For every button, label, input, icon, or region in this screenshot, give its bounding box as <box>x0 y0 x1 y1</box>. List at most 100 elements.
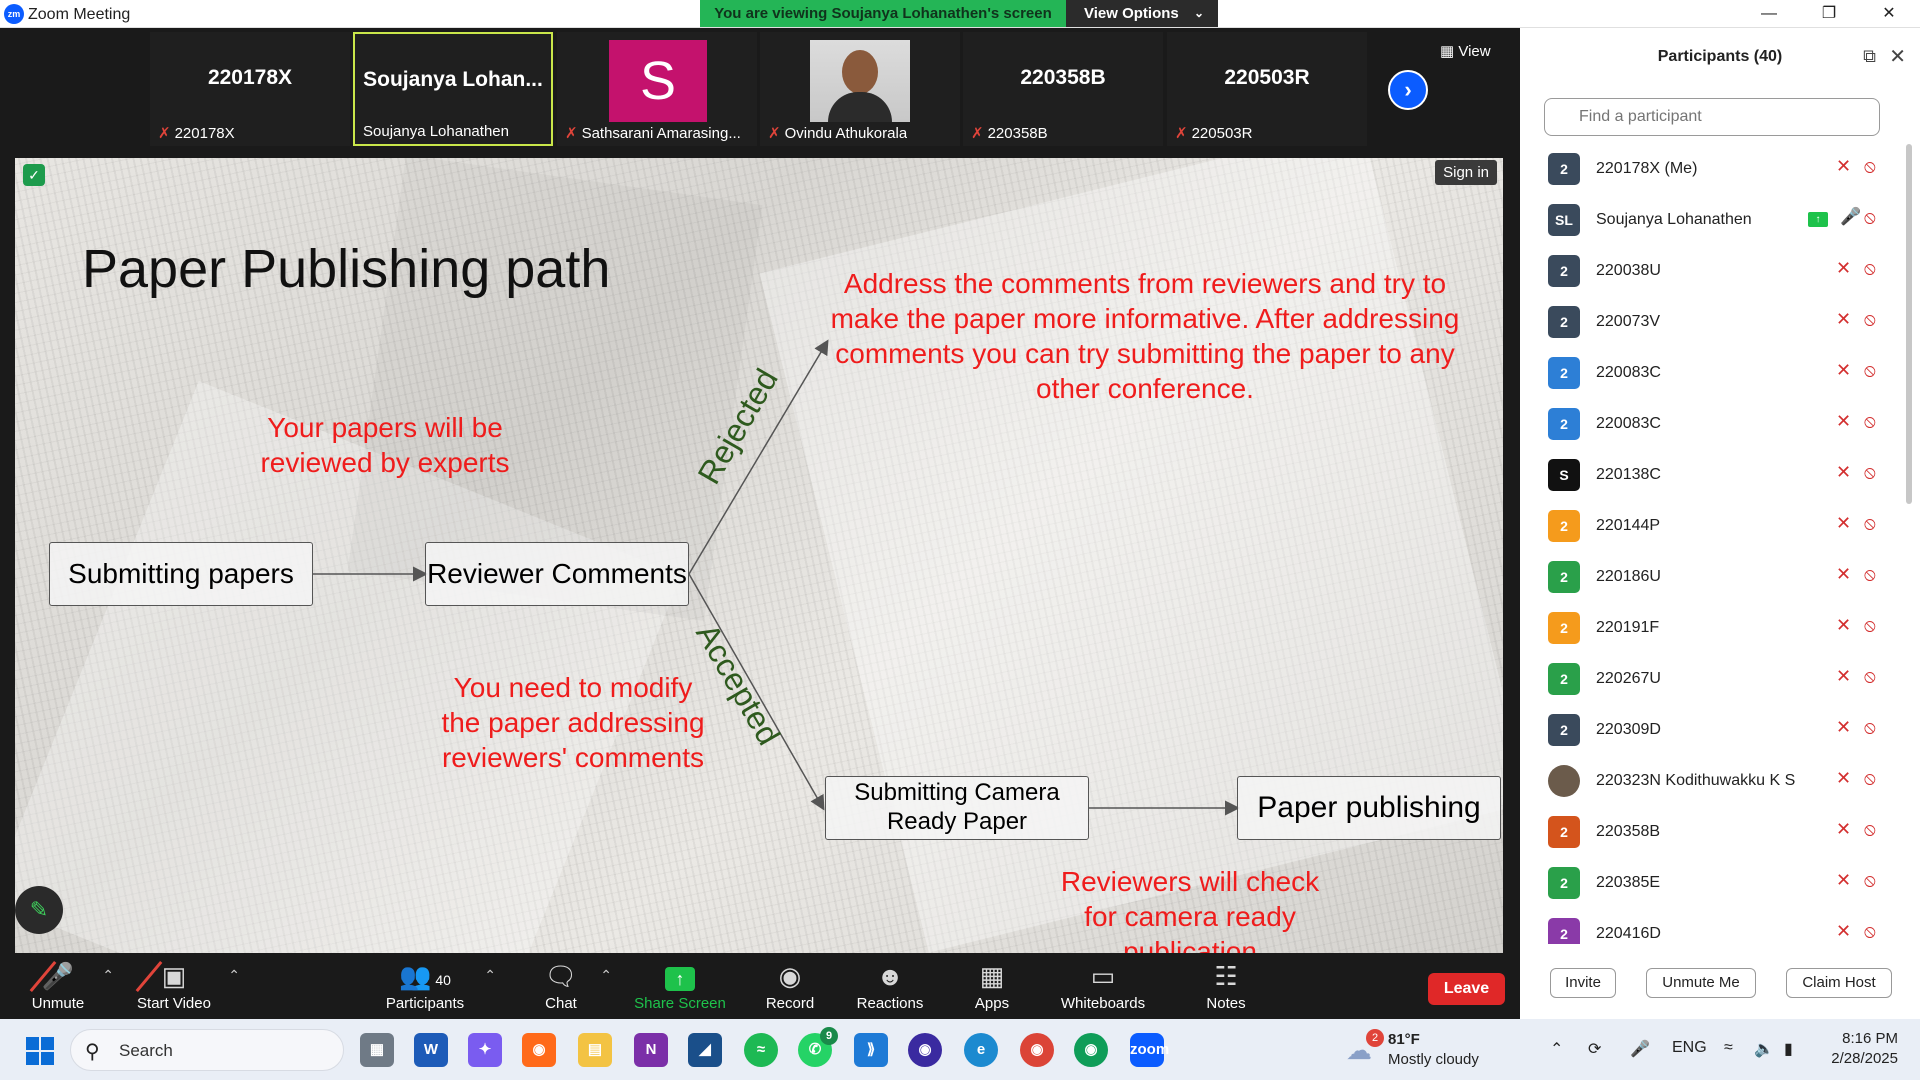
taskbar-search[interactable]: ⚲ Search <box>70 1029 344 1071</box>
participants-panel: Participants (40) ⧉ ✕ ⚲ 2220178X (Me)✕⦸S… <box>1520 28 1920 1019</box>
participant-row[interactable]: 2 220309D ✕ ⦸ <box>1520 705 1900 756</box>
app-icon[interactable]: ◢ <box>688 1033 722 1067</box>
start-video-button[interactable]: ▣ Start Video ⌃ <box>134 959 240 1012</box>
participant-row[interactable]: S 220138C ✕ ⦸ <box>1520 450 1900 501</box>
avatar: 2 <box>1548 714 1580 746</box>
participant-row[interactable]: 220323N Kodithuwakku K S ✕ ⦸ <box>1520 756 1900 807</box>
avatar: 2 <box>1548 408 1580 440</box>
close-window-button[interactable]: ✕ <box>1866 0 1912 28</box>
start-menu-icon[interactable] <box>26 1037 54 1065</box>
minimize-button[interactable]: — <box>1746 0 1792 28</box>
video-off-icon: ⦸ <box>1864 564 1876 584</box>
github-icon[interactable]: ◉ <box>908 1033 942 1067</box>
file-explorer-icon[interactable]: ▤ <box>578 1033 612 1067</box>
weather-widget[interactable]: ☁ 2 81°F Mostly cloudy <box>1346 1029 1506 1071</box>
whatsapp-icon[interactable]: ✆ 9 <box>798 1027 838 1067</box>
find-participant-input[interactable] <box>1544 98 1880 136</box>
participant-row[interactable]: 2 220416D ✕ ⦸ <box>1520 909 1900 944</box>
apps-icon: ▦ <box>979 961 1005 991</box>
participant-row[interactable]: 2 220083C ✕ ⦸ <box>1520 348 1900 399</box>
participant-name: 220323N Kodithuwakku K S <box>1596 772 1796 789</box>
chat-button[interactable]: 🗨 Chat ⌃ <box>536 959 612 1012</box>
share-screen-button[interactable]: ↑ Share Screen <box>632 959 728 1012</box>
share-screen-icon: ↑ <box>665 967 695 991</box>
reactions-button[interactable]: ☻ Reactions <box>854 959 926 1012</box>
onenote-icon[interactable]: N <box>634 1033 668 1067</box>
participant-row[interactable]: 2 220191F ✕ ⦸ <box>1520 603 1900 654</box>
battery-icon[interactable]: ▮ <box>1784 1039 1793 1059</box>
chevron-up-icon[interactable]: ⌃ <box>1550 1039 1563 1059</box>
mic-muted-icon: ✕ <box>1836 921 1852 941</box>
invite-button[interactable]: Invite <box>1550 968 1616 998</box>
zoom-app-icon: zm <box>4 4 24 24</box>
claim-host-button[interactable]: Claim Host <box>1786 968 1892 998</box>
mic-muted-icon: ✕ <box>1836 819 1852 839</box>
video-tile[interactable]: 220503R ✗ 220503R <box>1167 32 1367 146</box>
close-icon[interactable]: ✕ <box>1889 44 1906 69</box>
clock[interactable]: 8:16 PM 2/28/2025 <box>1818 1029 1898 1069</box>
annotate-pen-icon[interactable]: ✎ <box>15 886 63 934</box>
chevron-up-icon[interactable]: ⌃ <box>102 967 114 984</box>
participant-row[interactable]: 2 220385E ✕ ⦸ <box>1520 858 1900 909</box>
participant-row[interactable]: 2 220186U ✕ ⦸ <box>1520 552 1900 603</box>
unmute-button[interactable]: 🎤 Unmute ⌃ <box>28 959 114 1012</box>
language-indicator[interactable]: ENG <box>1672 1039 1707 1057</box>
meeting-toolbar: 🎤 Unmute ⌃ ▣ Start Video ⌃ 👥 40 Participa… <box>0 953 1520 1019</box>
participant-row[interactable]: 2 220073V ✕ ⦸ <box>1520 297 1900 348</box>
spotify-icon[interactable]: ≈ <box>744 1033 778 1067</box>
video-tile-active-speaker[interactable]: Soujanya Lohan... Soujanya Lohanathen <box>353 32 553 146</box>
zoom-taskbar-icon[interactable]: zoom <box>1130 1033 1169 1067</box>
microphone-icon[interactable]: 🎤 <box>1630 1039 1650 1059</box>
notes-button[interactable]: ☷ Notes <box>1204 959 1248 1012</box>
view-options-button[interactable]: View Options ⌄ <box>1066 0 1218 27</box>
chevron-up-icon[interactable]: ⌃ <box>484 967 496 984</box>
title-bar: zm Zoom Meeting You are viewing Soujanya… <box>0 0 1920 28</box>
volume-icon[interactable]: 🔈 <box>1754 1039 1774 1059</box>
chrome-profile-icon[interactable]: ◉ <box>1074 1033 1108 1067</box>
apps-button[interactable]: ▦ Apps <box>972 959 1012 1012</box>
next-page-button[interactable]: › <box>1388 70 1428 110</box>
mic-muted-icon: ✗ <box>158 125 171 142</box>
edge-icon[interactable]: e <box>964 1033 998 1067</box>
firefox-icon[interactable]: ◉ <box>522 1033 556 1067</box>
mic-muted-icon: ✕ <box>1836 666 1852 686</box>
word-icon[interactable]: W <box>414 1033 448 1067</box>
participant-row[interactable]: SL Soujanya Lohanathen ↑ 🎤 ⦸ <box>1520 195 1900 246</box>
participant-name: 220186U <box>1596 568 1661 585</box>
participant-row[interactable]: 2 220178X (Me) ✕ ⦸ <box>1520 144 1900 195</box>
scrollbar[interactable] <box>1906 144 1912 504</box>
vscode-icon[interactable]: ⟫ <box>854 1033 888 1067</box>
chrome-icon[interactable]: ◉ <box>1020 1033 1054 1067</box>
box-reviewer-comments: Reviewer Comments <box>425 542 689 606</box>
video-tile[interactable]: 220358B ✗ 220358B <box>963 32 1163 146</box>
participant-row[interactable]: 2 220267U ✕ ⦸ <box>1520 654 1900 705</box>
copilot-icon[interactable]: ✦ <box>468 1033 502 1067</box>
unmute-me-button[interactable]: Unmute Me <box>1646 968 1756 998</box>
leave-button[interactable]: Leave <box>1428 973 1505 1005</box>
participant-row[interactable]: 2 220038U ✕ ⦸ <box>1520 246 1900 297</box>
sync-icon[interactable]: ⟳ <box>1588 1039 1601 1059</box>
pop-out-icon[interactable]: ⧉ <box>1863 46 1876 67</box>
task-view-icon[interactable]: ▦ <box>360 1033 394 1067</box>
participant-row[interactable]: 2 220358B ✕ ⦸ <box>1520 807 1900 858</box>
avatar: 2 <box>1548 612 1580 644</box>
wifi-icon[interactable]: ≈ <box>1724 1039 1733 1057</box>
video-tile[interactable]: 220178X ✗ 220178X <box>150 32 350 146</box>
video-tile[interactable]: S ✗ Sathsarani Amarasing... <box>557 32 757 146</box>
participant-row[interactable]: 2 220083C ✕ ⦸ <box>1520 399 1900 450</box>
whiteboards-button[interactable]: ▭ Whiteboards <box>1058 959 1148 1012</box>
mic-muted-icon: ✗ <box>565 125 578 142</box>
chevron-up-icon[interactable]: ⌃ <box>600 967 612 984</box>
record-button[interactable]: ◉ Record <box>762 959 818 1012</box>
tile-caption: ✗ Ovindu Athukorala <box>768 125 908 142</box>
participant-row[interactable]: 2 220144P ✕ ⦸ <box>1520 501 1900 552</box>
mic-muted-icon: ✕ <box>1836 156 1852 176</box>
video-tile[interactable]: ✗ Ovindu Athukorala <box>760 32 960 146</box>
video-off-icon: ⦸ <box>1864 717 1876 737</box>
participants-button[interactable]: 👥 40 Participants ⌃ <box>380 959 496 1012</box>
view-button[interactable]: ▦ View <box>1440 42 1491 60</box>
chevron-up-icon[interactable]: ⌃ <box>228 967 240 984</box>
restore-button[interactable]: ❐ <box>1806 0 1852 28</box>
mic-muted-icon: ✕ <box>1836 258 1852 278</box>
tile-caption: ✗ 220178X <box>158 125 235 142</box>
